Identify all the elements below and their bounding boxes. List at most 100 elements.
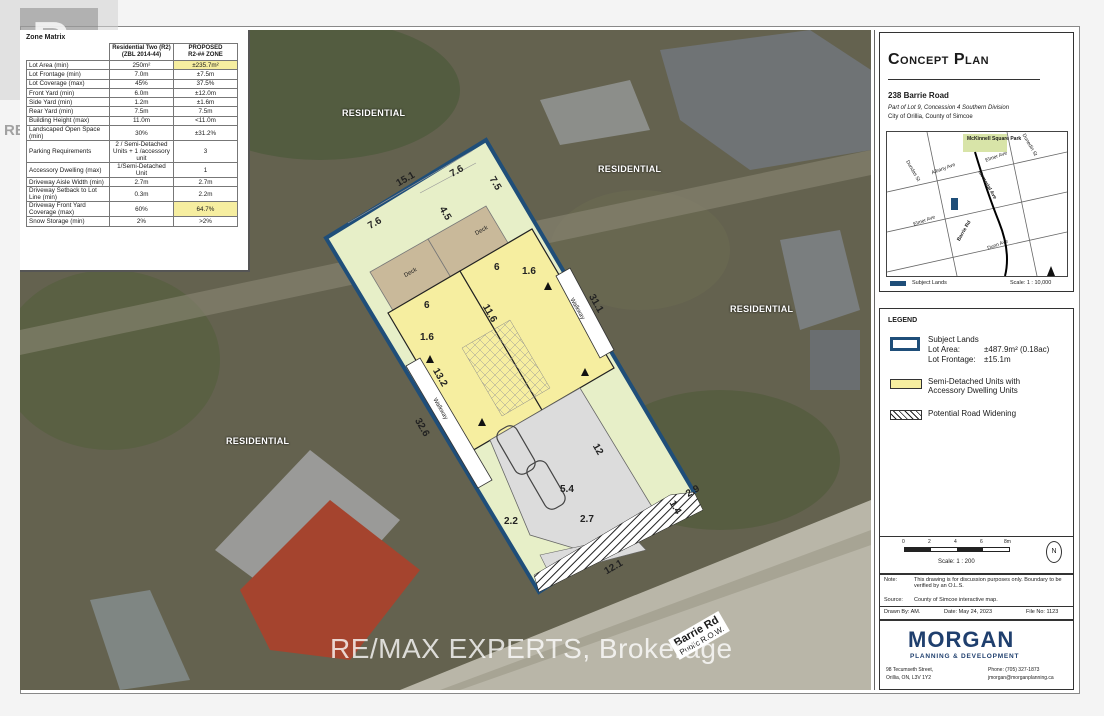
source-text: County of Simcoe interactive map. [914, 597, 998, 603]
title-block: Concept Plan 238 Barrie Road Part of Lot… [879, 32, 1074, 292]
label-residential-sw: RESIDENTIAL [226, 436, 290, 446]
r2-value: 0.3m [109, 186, 174, 203]
legend-block: LEGEND Subject Lands Lot Area: ±487.9m² … [879, 308, 1074, 556]
proposed-value: 3 [172, 140, 239, 164]
proposed-value: 37.5% [172, 78, 239, 89]
company-block: MORGAN PLANNING & DEVELOPMENT 98 Tecumse… [879, 620, 1074, 690]
r2-value: 1.2m [109, 97, 174, 108]
zone-matrix-title: Zone Matrix [26, 34, 66, 41]
row-label: Driveway Aisle Width (min) [26, 177, 110, 188]
legal-desc-1: Part of Lot 9, Concession 4 Southern Div… [888, 105, 1010, 111]
legend-lot-front-label: Lot Frontage: [928, 355, 976, 364]
label-residential-e: RESIDENTIAL [730, 304, 794, 314]
zone-matrix: Zone Matrix Residential Two (R2) (ZBL 20… [20, 30, 250, 272]
r2-value: 6.0m [109, 87, 174, 99]
proposed-value: ±7.5m [172, 69, 239, 80]
scale-tick-3: 6 [980, 539, 983, 545]
address: 238 Barrie Road [888, 91, 949, 100]
note-text: This drawing is for discussion purposes … [914, 577, 1062, 589]
col-header-proposed: PROPOSED R2-## ZONE [172, 43, 239, 61]
table-row: Driveway Setback to Lot Line (min) 0.3m 2.… [26, 186, 239, 203]
scale-text: Scale: 1 : 200 [938, 559, 975, 565]
row-label: Lot Coverage (max) [26, 78, 110, 89]
legend-lot-area-label: Lot Area: [928, 345, 961, 354]
proposed-value: 2.7m [172, 177, 239, 188]
legend-widening-swatch [890, 410, 922, 420]
r2-value: 11.0m [109, 115, 174, 127]
row-label: Driveway Setback to Lot Line (min) [26, 186, 110, 203]
dim-unit1-16: 1.6 [420, 332, 434, 343]
dim-unit2-6: 6 [494, 262, 500, 273]
legend-subject: Subject Lands [928, 335, 979, 344]
legend-lot-area: ±487.9m² (0.18ac) [984, 345, 1050, 354]
label-residential-nw: RESIDENTIAL [342, 108, 406, 118]
legal-desc-2: City of Orillia, County of Simcoe [888, 114, 973, 120]
proposed-value: 2.2m [172, 186, 239, 203]
table-row: Front Yard (min) 6.0m ±12.0m [26, 87, 239, 99]
keymap-park: McKinnell Square Park [967, 136, 1022, 142]
row-label: Lot Area (min) [26, 59, 110, 71]
legend-subject-swatch [890, 337, 920, 351]
proposed-value: 1 [172, 162, 239, 179]
proposed-value: ±31.2% [172, 125, 239, 142]
zone-matrix-table: Residential Two (R2) (ZBL 2014-44) PROPO… [26, 43, 239, 227]
proposed-value: ±1.6m [172, 97, 239, 108]
row-label: Front Yard (min) [26, 87, 110, 99]
r2-value: 30% [109, 125, 174, 142]
subject-swatch [890, 281, 906, 286]
table-row: Accessory Dwelling (max) 1/Semi-Detached … [26, 162, 239, 179]
row-label: Accessory Dwelling (max) [26, 162, 110, 179]
col-header-r2: Residential Two (R2) (ZBL 2014-44) [109, 43, 174, 61]
note-label: Note: [884, 577, 898, 583]
legend-widening: Potential Road Widening [928, 409, 1017, 418]
r2-value: 7.0m [109, 69, 174, 80]
table-row: Lot Coverage (max) 45% 37.5% [26, 78, 239, 89]
company-phone: Phone: (705) 327-1873 [988, 667, 1040, 673]
proposed-value: ±12.0m [172, 87, 239, 99]
table-row: Side Yard (min) 1.2m ±1.6m [26, 97, 239, 108]
source-label: Source: [884, 597, 903, 603]
table-row: Building Height (max) 11.0m <11.0m [26, 115, 239, 127]
r2-value: 2% [109, 216, 174, 227]
legend-units-swatch [890, 379, 922, 389]
drawn-by: Drawn By: AM. [884, 609, 921, 615]
proposed-value: 7.5m [172, 106, 239, 117]
legend-units: Semi-Detached Units with Accessory Dwell… [928, 377, 1021, 395]
table-row: Rear Yard (min) 7.5m 7.5m [26, 106, 239, 117]
row-label: Snow Storage (min) [26, 216, 110, 227]
table-row: Landscaped Open Space (min) 30% ±31.2% [26, 125, 239, 142]
scale-tick-4: 8m [1004, 539, 1011, 545]
r2-value: 2.7m [109, 177, 174, 188]
company-email: jmorgan@morganplanning.ca [988, 675, 1054, 681]
table-row: Lot Frontage (min) 7.0m ±7.5m [26, 69, 239, 80]
title-panel: Concept Plan 238 Barrie Road Part of Lot… [874, 30, 1078, 690]
proposed-value: ±235.7m² [172, 59, 239, 71]
dim-22: 2.2 [504, 516, 518, 527]
drawn-row: Drawn By: AM. Date: May 24, 2023 File No… [879, 606, 1074, 620]
keymap-scale: Scale: 1 : 10,000 [1010, 280, 1052, 286]
proposed-value: >2% [172, 216, 239, 227]
key-map: McKinnell Square Park Dundas St Albany A… [886, 131, 1068, 277]
company-sub: PLANNING & DEVELOPMENT [910, 653, 1020, 660]
scale-tick-1: 2 [928, 539, 931, 545]
table-row: Parking Requirements 2 / Semi-Detached Un… [26, 140, 239, 164]
row-label: Lot Frontage (min) [26, 69, 110, 80]
legend-lot-front: ±15.1m [984, 355, 1011, 364]
dim-27: 2.7 [580, 514, 594, 525]
date: Date: May 24, 2023 [944, 609, 993, 615]
r2-value: 2 / Semi-Detached Units + 1 /accessory u… [109, 140, 174, 164]
zone-matrix-body: Lot Area (min) 250m² ±235.7m² Lot Frontage … [26, 59, 239, 227]
plan-title: Concept Plan [888, 51, 990, 68]
proposed-value: 64.7% [172, 201, 239, 218]
r2-value: 250m² [109, 59, 174, 71]
row-label: Rear Yard (min) [26, 106, 110, 117]
company-addr1: 98 Tecumseth Street, [886, 667, 934, 673]
r2-value: 1/Semi-Detached Unit [109, 162, 174, 179]
company-addr2: Orillia, ON, L3V 1Y2 [886, 675, 932, 681]
scale-block: 0 2 4 6 8m Scale: 1 : 200 N [879, 536, 1074, 574]
r2-value: 7.5m [109, 106, 174, 117]
legend-title: LEGEND [888, 317, 918, 324]
keymap-subject: Subject Lands [912, 280, 947, 286]
north-arrow-icon: N [1046, 541, 1062, 563]
table-row: Snow Storage (min) 2% >2% [26, 216, 239, 227]
